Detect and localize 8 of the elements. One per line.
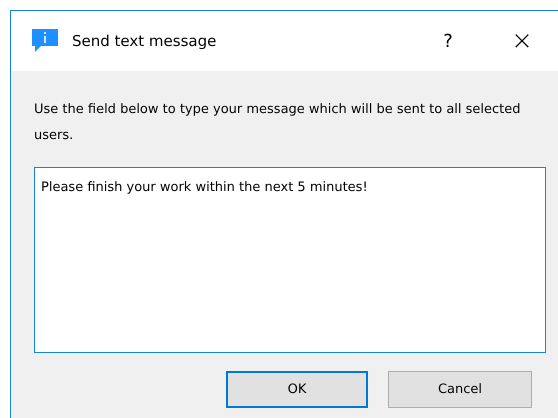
window-title: Send text message — [72, 30, 216, 52]
instructions-text: Use the field below to type your message which will be sent to all selected users. — [34, 101, 522, 145]
ok-button[interactable]: OK — [226, 371, 368, 408]
help-button[interactable]: ? — [428, 23, 468, 59]
cancel-button[interactable]: Cancel — [388, 371, 532, 408]
message-field[interactable]: Please finish your work within the next 5 minutes! — [34, 167, 546, 353]
close-button[interactable]: × — [502, 23, 542, 59]
message-icon — [31, 28, 59, 54]
